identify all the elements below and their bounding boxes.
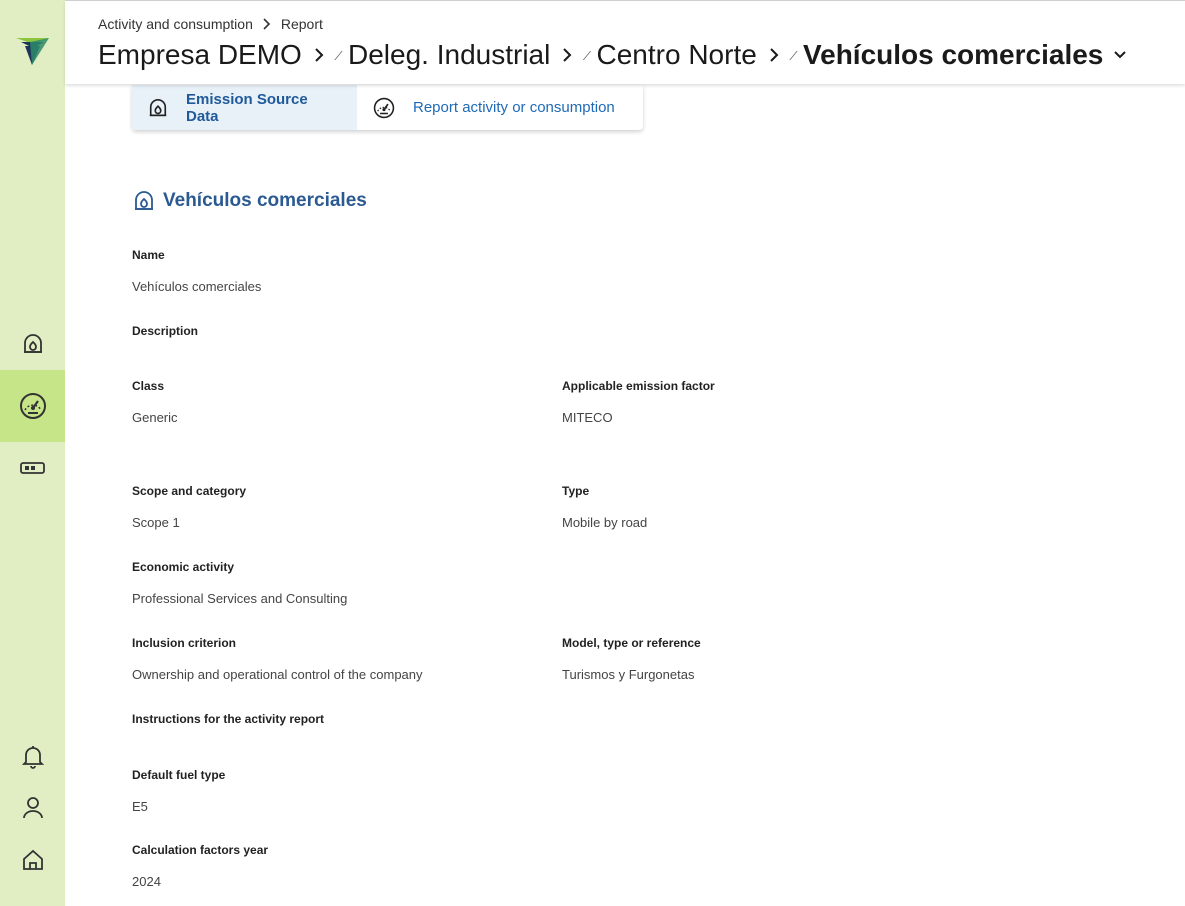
field-label: Name <box>132 248 165 262</box>
field-label: Economic activity <box>132 560 235 574</box>
field-economic-activity: Economic activity Professional Services … <box>132 560 347 606</box>
sidebar-item-home[interactable] <box>0 838 65 882</box>
field-label: Class <box>132 379 165 393</box>
sidebar-item-emission-sources[interactable] <box>0 322 65 366</box>
level-separator-icon: ⁄ <box>792 47 795 63</box>
level-separator-icon: ⁄ <box>337 47 340 63</box>
activity-gauge-icon <box>19 393 46 419</box>
field-label: Instructions for the activity report <box>132 712 325 726</box>
sidebar <box>0 0 65 906</box>
title-center[interactable]: Centro Norte <box>597 39 757 71</box>
field-label: Type <box>562 484 590 498</box>
level-separator-icon: ⁄ <box>586 47 589 63</box>
chevron-right-icon <box>314 47 324 63</box>
breadcrumb: Activity and consumption Report <box>98 16 323 32</box>
field-value: Professional Services and Consulting <box>132 591 348 606</box>
bell-icon <box>21 746 44 769</box>
field-instructions: Instructions for the activity report <box>132 712 324 743</box>
field-emission-factor: Applicable emission factor MITECO <box>562 379 715 425</box>
field-value: Mobile by road <box>562 515 648 530</box>
field-value: MITECO <box>562 410 613 425</box>
tab-label: Report activity or consumption <box>413 99 615 116</box>
field-label: Model, type or reference <box>562 636 701 650</box>
user-icon <box>22 797 43 819</box>
field-description: Description <box>132 324 198 355</box>
battery-icon <box>19 462 45 474</box>
emission-source-icon <box>148 98 168 118</box>
chevron-right-icon <box>263 18 270 30</box>
field-type: Type Mobile by road <box>562 484 647 530</box>
app-logo[interactable] <box>16 36 49 67</box>
breadcrumb-activity-consumption[interactable]: Activity and consumption <box>98 16 253 32</box>
chevron-down-icon[interactable] <box>1113 50 1127 60</box>
field-factors-year: Calculation factors year 2024 <box>132 843 268 889</box>
field-class: Class Generic <box>132 379 178 425</box>
field-name: Name Vehículos comerciales <box>132 248 261 294</box>
page-title: Empresa DEMO ⁄ Deleg. Industrial ⁄ Centr… <box>98 39 1127 71</box>
field-default-fuel: Default fuel type E5 <box>132 768 225 814</box>
tab-report-activity[interactable]: Report activity or consumption <box>357 85 631 130</box>
sidebar-item-profile[interactable] <box>0 786 65 830</box>
field-label: Scope and category <box>132 484 247 498</box>
emission-source-icon <box>133 190 155 212</box>
field-inclusion-criterion: Inclusion criterion Ownership and operat… <box>132 636 423 682</box>
chevron-right-icon <box>769 47 779 63</box>
tab-label: Emission Source Data <box>186 90 308 125</box>
chevron-right-icon <box>562 47 572 63</box>
field-value: Scope 1 <box>132 515 180 530</box>
field-value: Ownership and operational control of the… <box>132 667 423 682</box>
section-title-text: Vehículos comerciales <box>163 190 367 211</box>
field-scope: Scope and category Scope 1 <box>132 484 246 530</box>
emission-sources-icon <box>23 334 42 353</box>
tab-bar: Emission Source Data Report activity or … <box>132 85 643 130</box>
field-value: Generic <box>132 410 178 425</box>
sidebar-item-battery[interactable] <box>0 446 65 490</box>
field-label: Default fuel type <box>132 768 226 782</box>
tab-emission-source-data[interactable]: Emission Source Data <box>132 85 357 130</box>
title-company[interactable]: Empresa DEMO <box>98 39 302 71</box>
title-delegation[interactable]: Deleg. Industrial <box>348 39 550 71</box>
sidebar-item-notifications[interactable] <box>0 735 65 779</box>
title-emission-source[interactable]: Vehículos comerciales <box>803 39 1103 71</box>
field-label: Calculation factors year <box>132 843 269 857</box>
field-label: Description <box>132 324 199 338</box>
field-value: Vehículos comerciales <box>132 279 262 294</box>
gauge-icon <box>373 97 395 119</box>
breadcrumb-report: Report <box>280 16 323 32</box>
field-value: 2024 <box>132 874 161 889</box>
top-bar: Activity and consumption Report Empresa … <box>65 0 1185 84</box>
field-value: E5 <box>132 799 148 814</box>
field-label: Inclusion criterion <box>132 636 237 650</box>
field-model: Model, type or reference Turismos y Furg… <box>562 636 701 682</box>
home-icon <box>22 849 43 870</box>
field-value: Turismos y Furgonetas <box>562 667 695 682</box>
sidebar-item-activity[interactable] <box>0 370 65 442</box>
field-label: Applicable emission factor <box>562 379 715 393</box>
section-title: Vehículos comerciales <box>133 190 367 212</box>
